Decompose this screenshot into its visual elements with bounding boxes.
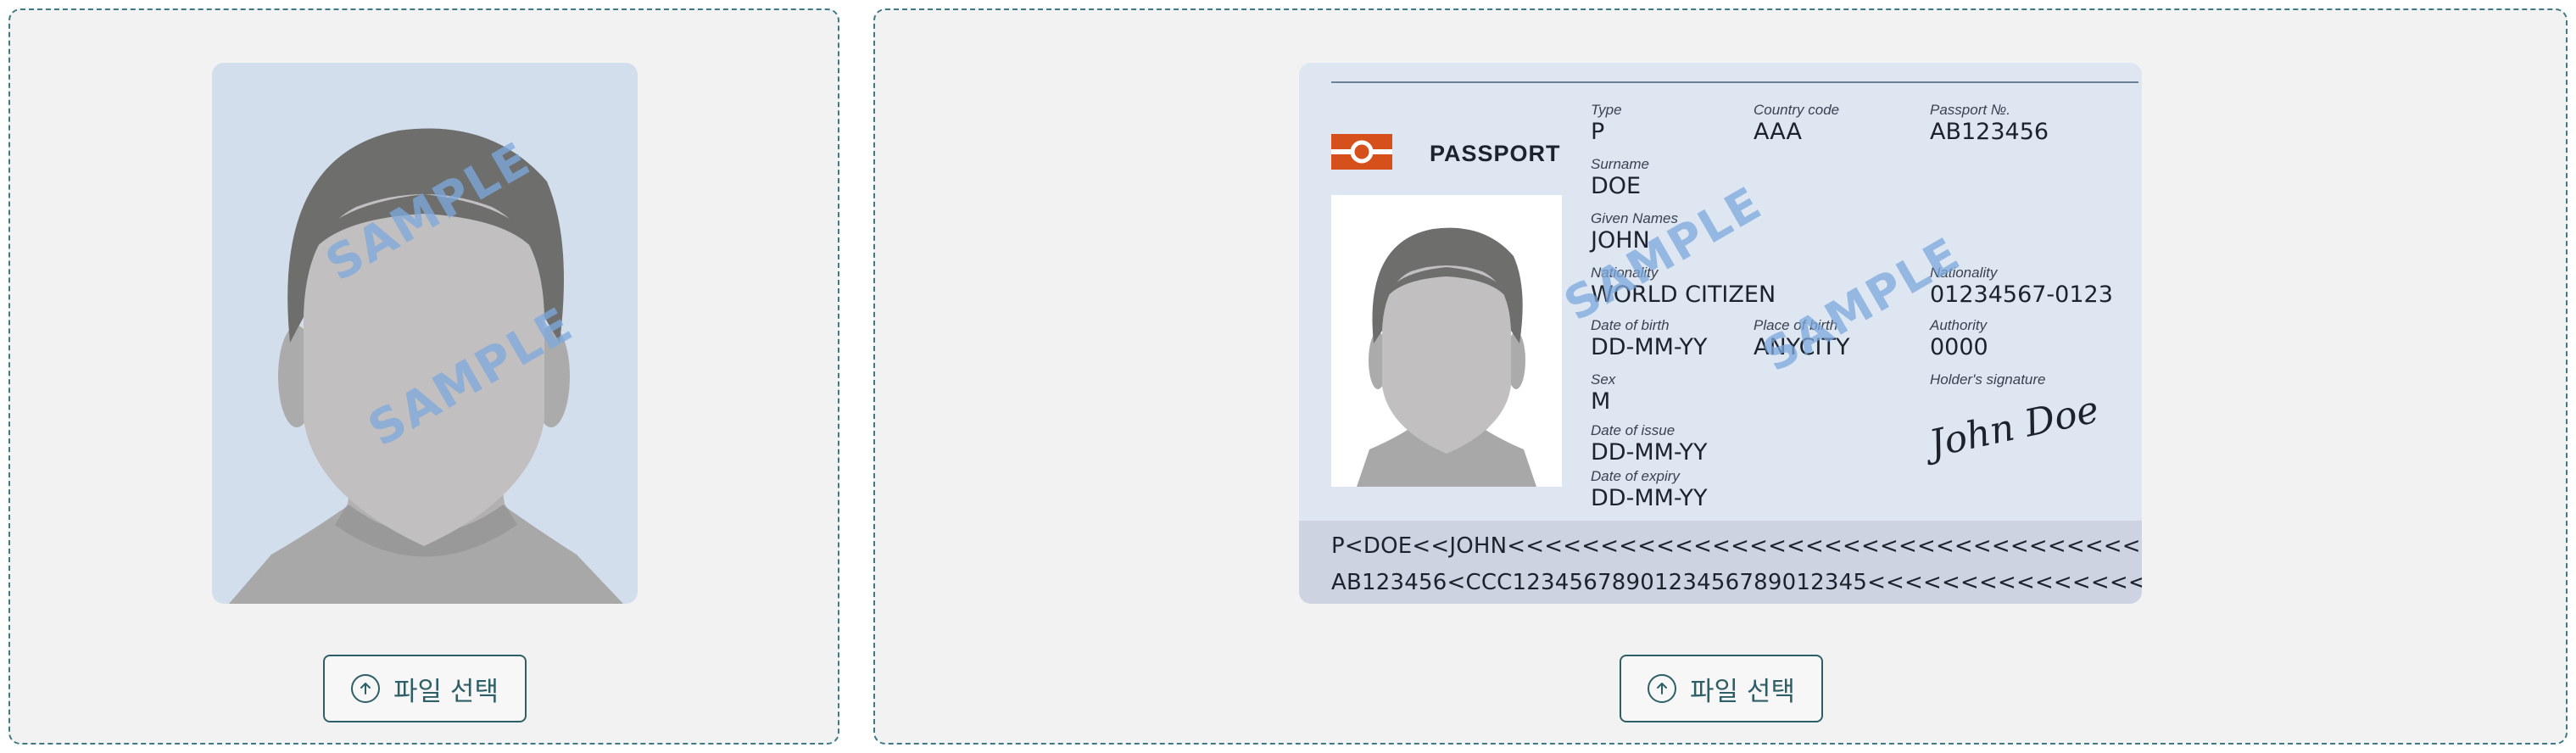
- passport-photo: [1331, 195, 1562, 487]
- authority-label: Authority: [1930, 317, 1988, 333]
- sample-passport-image: PASSPORT Type P Surname DOE Given Names …: [1299, 63, 2142, 604]
- personal-no-value: 01234567-0123: [1930, 282, 2113, 308]
- type-label: Type: [1591, 102, 1622, 118]
- sample-watermark: SAMPLE: [1555, 176, 1771, 332]
- dob-label: Date of birth: [1591, 317, 1670, 333]
- type-value: P: [1591, 119, 1605, 145]
- country-code-label: Country code: [1754, 102, 1840, 118]
- signature-label: Holder's signature: [1930, 371, 2046, 388]
- photo-upload-panel: SAMPLE SAMPLE 파일 선택: [8, 8, 839, 745]
- upload-arrow-icon: [1648, 674, 1677, 703]
- mrz-line-2: AB123456<CCC1234567890123456789012345<<<…: [1331, 570, 2142, 595]
- passport-flag-icon: [1331, 134, 1392, 170]
- expiry-date-label: Date of expiry: [1591, 468, 1680, 484]
- country-code-value: AAA: [1754, 119, 1802, 145]
- holder-signature: John Doe: [1925, 388, 2103, 466]
- passport-top-line: [1331, 81, 2138, 83]
- passport-title: PASSPORT: [1430, 141, 1561, 166]
- issue-date-value: DD-MM-YY: [1591, 439, 1708, 466]
- authority-value: 0000: [1930, 334, 1988, 360]
- passport-no-label: Passport №.: [1930, 102, 2010, 118]
- sex-value: M: [1591, 388, 1611, 415]
- mrz-line-1: P<DOE<<JOHN<<<<<<<<<<<<<<<<<<<<<<<<<<<<<…: [1331, 533, 2142, 559]
- photo-file-select-label: 파일 선택: [393, 676, 499, 707]
- sample-portrait-image: SAMPLE SAMPLE: [212, 63, 638, 604]
- photo-file-select-button[interactable]: 파일 선택: [323, 655, 527, 722]
- passport-file-select-button[interactable]: 파일 선택: [1620, 655, 1823, 722]
- passport-no-value: AB123456: [1930, 119, 2049, 145]
- passport-upload-panel: PASSPORT Type P Surname DOE Given Names …: [873, 8, 2568, 745]
- surname-label: Surname: [1591, 156, 1649, 172]
- face-silhouette-icon: [1357, 227, 1536, 487]
- dob-value: DD-MM-YY: [1591, 334, 1708, 360]
- surname-value: DOE: [1591, 173, 1642, 199]
- sex-label: Sex: [1591, 371, 1616, 388]
- expiry-date-value: DD-MM-YY: [1591, 485, 1708, 511]
- upload-arrow-icon: [351, 674, 381, 703]
- passport-file-select-label: 파일 선택: [1690, 676, 1795, 707]
- issue-date-label: Date of issue: [1591, 422, 1676, 438]
